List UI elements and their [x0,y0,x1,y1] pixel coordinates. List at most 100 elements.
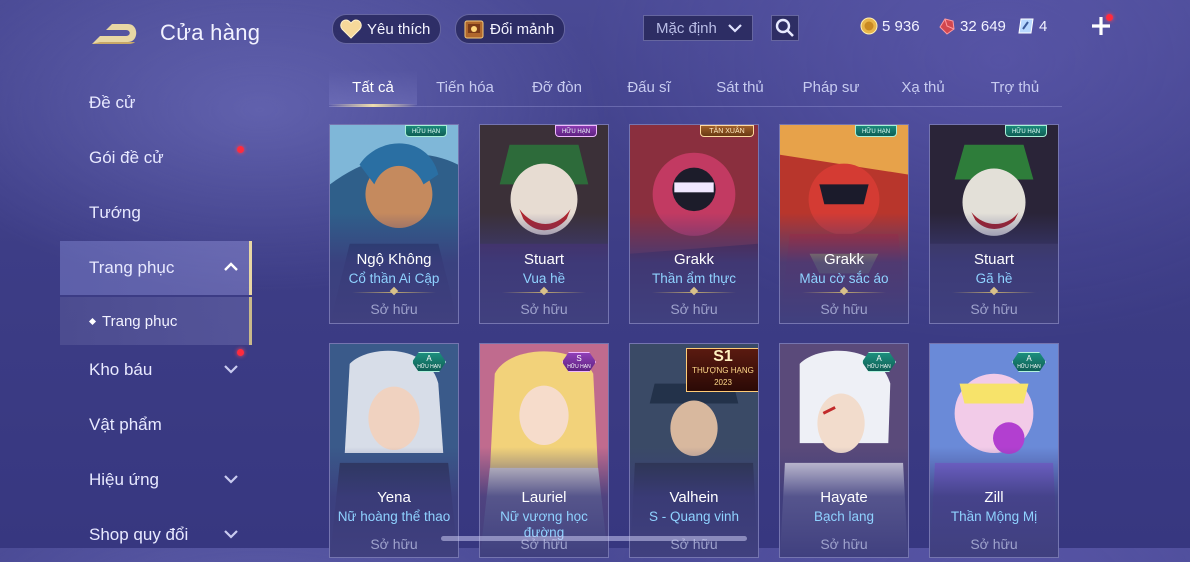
owned-status: Sở hữu [520,301,568,317]
favorites-label: Yêu thích [367,20,431,38]
new-year-badge: TÂN XUÂN [700,125,754,137]
owned-status: Sở hữu [970,301,1018,317]
hero-name: Zill [984,489,1004,506]
grade-letter: A [876,354,882,363]
gem-balance: 32 649 [938,17,1006,35]
sidebar-item-label: Hiệu ứng [89,470,159,489]
hero-name: Grakk [673,251,714,268]
skin-card-grakk-than-am-thuc[interactable]: TÂN XUÂN Grakk Thần ẩm thực Sở hữu [629,124,759,324]
top-bar: Cửa hàng Yêu thích Đổi mảnh Mặc định 5 9… [0,0,1190,60]
exchange-shards-label: Đổi mảnh [490,20,555,38]
skin-card-stuart-vua-he[interactable]: HỮU HẠN Stuart Vua hề Sở hữu [479,124,609,324]
owned-status: Sở hữu [370,536,418,552]
skin-card-valhein[interactable]: S1 THƯỢNG HẠNG 2023 Valhein S - Quang vi… [629,343,759,558]
chevron-down-icon [728,24,742,33]
hero-name: Valhein [669,489,719,506]
hero-name: Stuart [523,251,565,268]
hero-name: Lauriel [521,489,567,506]
limited-badge: HỮU HẠN [405,125,447,137]
skin-card-ngo-khong[interactable]: HỮU HẠN Ngộ Không Cổ thần Ai Cập Sở hữu [329,124,459,324]
grade-badge: S HỮU HẠN [562,352,596,372]
chevron-down-icon [224,475,238,484]
skin-name: Cổ thần Ai Cập [348,271,440,286]
skin-name: Thần ẩm thực [651,271,737,286]
favorites-button[interactable]: Yêu thích [332,14,442,44]
skin-name: Màu cờ sắc áo [799,271,889,286]
sidebar-item-skins[interactable]: Trang phục [60,241,252,295]
voucher-balance: 4 [1017,17,1047,35]
hero-name: Ngộ Không [356,251,432,268]
owned-status: Sở hữu [820,301,868,317]
tab-mage[interactable]: Pháp sư [791,70,871,105]
limited-badge: HỮU HẠN [555,125,597,137]
search-button[interactable] [771,15,799,41]
sidebar-item-heroes[interactable]: Tướng [60,186,252,240]
sidebar-item-effects[interactable]: Hiệu ứng [60,453,252,507]
category-tabs: Tất cả Tiến hóa Đỡ đòn Đấu sĩ Sát thủ Ph… [329,70,1062,107]
tab-support[interactable]: Trợ thủ [975,70,1055,105]
skin-card-grakk-mau-co-sac-ao[interactable]: HỮU HẠN Grakk Màu cờ sắc áo Sở hữu [779,124,909,324]
sidebar-item-label: Kho báu [89,360,153,379]
hero-name: Yena [377,489,411,506]
sidebar-item-label: Gói đề cử [89,148,164,167]
voucher-icon [1018,18,1034,34]
tab-assassin[interactable]: Sát thủ [700,70,780,105]
chest-icon [462,17,486,41]
skin-name: Nữ hoàng thể thao [337,509,451,524]
tab-marksman[interactable]: Xạ thủ [883,70,963,105]
red-gem-icon [939,18,955,35]
season-number: S1 [713,348,733,365]
sidebar-item-recommended-bundles[interactable]: Gói đề cử [60,131,252,185]
notification-dot [237,146,244,153]
tab-evolution[interactable]: Tiến hóa [425,70,505,105]
page-title: Cửa hàng [160,20,261,45]
sidebar-item-exchange-shop[interactable]: Shop quy đổi [60,508,252,562]
sidebar-item-label: Trang phục [89,258,175,277]
sidebar-subitem-label: Trang phục [102,312,178,330]
notification-dot [1106,14,1113,21]
owned-status: Sở hữu [970,536,1018,552]
grade-letter: A [426,354,432,363]
sort-dropdown[interactable]: Mặc định [643,15,753,41]
sort-selected-value: Mặc định [656,19,717,37]
hero-name: Hayate [820,489,868,506]
limited-badge: HỮU HẠN [1005,125,1047,137]
skin-card-zill[interactable]: A HỮU HẠN Zill Thần Mộng Mị Sở hữu [929,343,1059,558]
grade-letter: S [576,354,582,363]
sidebar-item-recommended[interactable]: Đề cử [60,76,252,130]
tab-all[interactable]: Tất cả [329,70,417,107]
season-year: 2023 [714,378,732,387]
chevron-down-icon [224,365,238,374]
skin-name: Vua hề [522,271,566,286]
chevron-down-icon [224,530,238,539]
owned-status: Sở hữu [670,301,718,317]
skin-card-hayate[interactable]: A HỮU HẠN Hayate Bạch lang Sở hữu [779,343,909,558]
scroll-indicator[interactable] [441,536,747,541]
owned-status: Sở hữu [820,536,868,552]
chevron-up-icon [224,262,238,271]
back-button[interactable] [90,18,140,48]
sidebar-item-items[interactable]: Vật phẩm [60,398,252,452]
season-rank: THƯỢNG HẠNG [692,366,754,375]
exchange-shards-button[interactable]: Đổi mảnh [455,14,566,44]
grade-badge: A HỮU HẠN [862,352,896,372]
grade-badge: A HỮU HẠN [412,352,446,372]
season-rank-badge: S1 THƯỢNG HẠNG 2023 [686,348,758,392]
skin-card-stuart-ga-he[interactable]: HỮU HẠN Stuart Gã hề Sở hữu [929,124,1059,324]
notification-dot [237,349,244,356]
skin-card-lauriel[interactable]: S HỮU HẠN Lauriel Nữ vương học đường Sở h… [479,343,609,558]
skin-card-yena[interactable]: A HỮU HẠN Yena Nữ hoàng thể thao Sở hữu [329,343,459,558]
tab-fighter[interactable]: Đấu sĩ [609,70,689,105]
owned-status: Sở hữu [370,301,418,317]
sidebar-item-label: Vật phẩm [89,415,162,434]
search-icon [775,18,794,37]
gold-coin-icon [860,17,878,35]
bullet-icon [88,317,97,325]
sidebar-subitem-skins[interactable]: Trang phục [60,297,252,345]
gold-balance: 5 936 [860,17,920,35]
tab-tank[interactable]: Đỡ đòn [517,70,597,105]
sidebar-item-treasure[interactable]: Kho báu [60,343,252,397]
sidebar: Đề cử Gói đề cử Tướng Trang phục Trang p… [0,60,255,548]
skin-name: Gã hề [975,271,1013,286]
skin-name: S - Quang vinh [648,509,740,524]
